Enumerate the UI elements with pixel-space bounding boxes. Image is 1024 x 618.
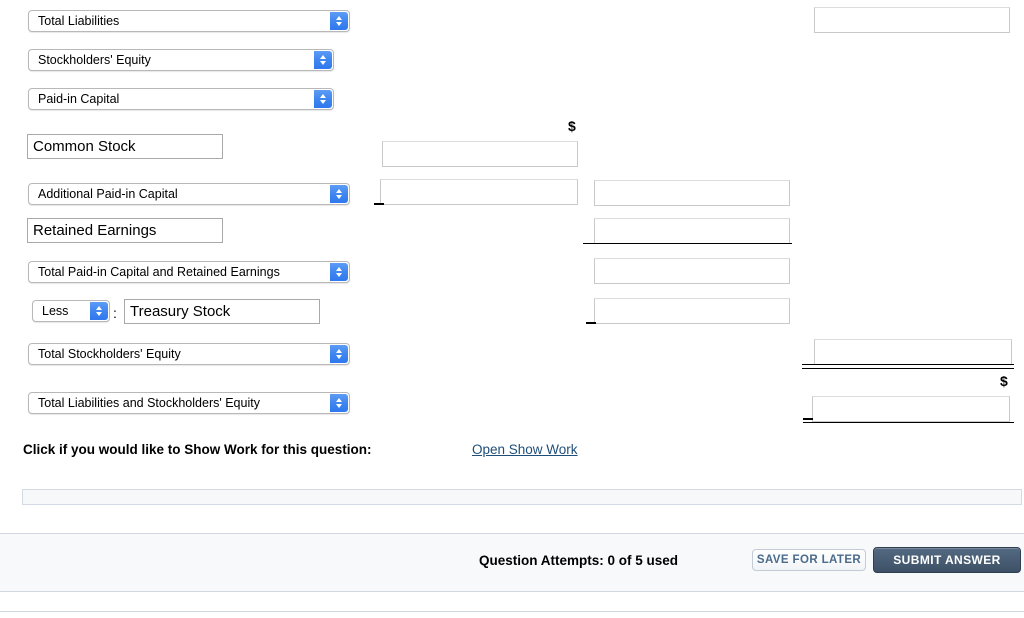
grand-total-dash [803,418,813,420]
answer-status-bar [22,489,1022,505]
select-stockholders-equity[interactable]: Stockholders' Equity [28,49,334,71]
input-common-stock-amount[interactable] [382,141,578,167]
input-total-liab-and-equity-amount[interactable] [812,396,1010,422]
select-less[interactable]: Less [32,300,110,322]
subtotal-dash-additional-paid-in-capital [374,203,384,205]
input-retained-earnings[interactable]: Retained Earnings [27,218,223,243]
save-for-later-button[interactable]: SAVE FOR LATER [752,549,866,571]
subtotal-rule-total-stockholders-equity [802,364,1014,369]
select-paid-in-capital[interactable]: Paid-in Capital [28,88,334,110]
chevron-updown-icon [314,90,332,108]
grand-total-rule [803,422,1014,423]
select-total-liabilities-label: Total Liabilities [38,14,120,28]
less-separator: : [113,305,117,321]
chevron-updown-icon [330,12,348,30]
input-treasury-stock[interactable]: Treasury Stock [124,299,320,324]
input-total-stockholders-equity-amount[interactable] [814,339,1012,365]
select-additional-paid-in-capital-label: Additional Paid-in Capital [38,187,178,201]
select-total-liabilities[interactable]: Total Liabilities [28,10,350,32]
chevron-updown-icon [330,345,348,363]
select-total-stockholders-equity-label: Total Stockholders' Equity [38,347,181,361]
chevron-updown-icon [330,263,348,281]
page-bottom-divider [0,611,1024,612]
select-paid-in-capital-label: Paid-in Capital [38,92,120,106]
submit-answer-button[interactable]: SUBMIT ANSWER [873,547,1021,573]
question-attempts-text: Question Attempts: 0 of 5 used [479,553,679,568]
currency-symbol-grand-total: $ [1000,373,1008,389]
chevron-updown-icon [330,394,348,412]
input-retained-earnings-amount[interactable] [594,218,790,244]
input-additional-paid-in-capital-amount[interactable] [380,179,578,205]
select-total-liab-and-equity-label: Total Liabilities and Stockholders' Equi… [38,396,260,410]
input-common-stock[interactable]: Common Stock [27,134,223,159]
chevron-updown-icon [314,51,332,69]
show-work-label: Click if you would like to Show Work for… [23,442,372,457]
select-less-label: Less [42,304,69,318]
select-total-liab-and-equity[interactable]: Total Liabilities and Stockholders' Equi… [28,392,350,414]
subtotal-rule-retained-earnings [583,243,792,244]
select-additional-paid-in-capital[interactable]: Additional Paid-in Capital [28,183,350,205]
select-total-stockholders-equity[interactable]: Total Stockholders' Equity [28,343,350,365]
subtotal-dash-treasury-stock [586,322,596,324]
input-total-liabilities-amount[interactable] [814,7,1010,33]
select-total-paid-in-and-retained[interactable]: Total Paid-in Capital and Retained Earni… [28,261,350,283]
open-show-work-link[interactable]: Open Show Work [472,442,578,457]
chevron-updown-icon [90,302,108,320]
select-total-paid-in-and-retained-label: Total Paid-in Capital and Retained Earni… [38,265,280,279]
currency-symbol-common-stock: $ [568,118,576,134]
chevron-updown-icon [330,185,348,203]
input-total-paid-in-and-retained-amount[interactable] [594,258,790,284]
select-stockholders-equity-label: Stockholders' Equity [38,53,151,67]
input-treasury-stock-amount[interactable] [594,298,790,324]
input-paid-in-capital-subtotal[interactable] [594,180,790,206]
